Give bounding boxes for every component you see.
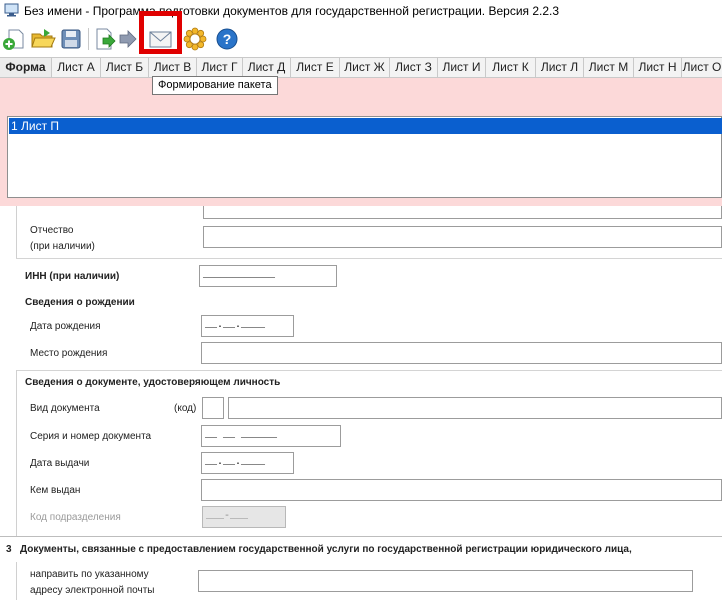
section3-title: Документы, связанные с предоставлением г… — [20, 544, 632, 555]
section3-number: 3 — [6, 544, 12, 555]
inn-label: ИНН (при наличии) — [25, 271, 120, 282]
export-button[interactable] — [92, 26, 118, 52]
tab-list-m[interactable]: Лист М — [584, 58, 634, 77]
patronymic-label-line2: (при наличии) — [30, 241, 95, 252]
window-title: Без имени - Программа подготовки докумен… — [24, 4, 560, 18]
sheet-tabs: Форма Лист А Лист Б Лист В Лист Г Лист Д… — [0, 57, 722, 78]
birth-date-label: Дата рождения — [30, 321, 101, 332]
section-border — [16, 370, 722, 536]
form-area: Отчество (при наличии) ИНН (при наличии)… — [0, 206, 722, 600]
sheet-list[interactable]: 1 Лист П — [7, 116, 722, 198]
email-label-line2: адресу электронной почты — [30, 585, 155, 596]
tab-list-e[interactable]: Лист Е — [291, 58, 340, 77]
tab-list-o[interactable]: Лист О — [682, 58, 722, 77]
tab-list-l[interactable]: Лист Л — [536, 58, 584, 77]
sheet-list-panel: 1 Лист П — [0, 78, 722, 206]
app-computer-icon — [4, 3, 19, 17]
email-field[interactable] — [198, 570, 693, 592]
settings-button[interactable] — [182, 26, 208, 52]
tab-forma[interactable]: Форма — [0, 58, 52, 77]
save-button[interactable] — [58, 26, 84, 52]
divider — [16, 258, 722, 259]
patronymic-field[interactable] — [203, 226, 722, 248]
tab-list-b[interactable]: Лист Б — [101, 58, 149, 77]
tab-list-n[interactable]: Лист Н — [634, 58, 682, 77]
settings-gear-icon — [183, 27, 207, 51]
title-bar: Без имени - Программа подготовки докумен… — [0, 0, 722, 22]
email-label-line1: направить по указанному — [30, 569, 149, 580]
patronymic-label-line1: Отчество — [30, 225, 74, 236]
tab-list-d[interactable]: Лист Д — [243, 58, 291, 77]
tab-list-zh[interactable]: Лист Ж — [340, 58, 390, 77]
open-button[interactable] — [30, 26, 56, 52]
toolbar-separator — [88, 28, 89, 50]
open-folder-icon — [31, 29, 56, 48]
tab-list-i[interactable]: Лист И — [438, 58, 486, 77]
tab-list-z[interactable]: Лист З — [390, 58, 438, 77]
divider — [0, 536, 722, 537]
tooltip: Формирование пакета — [152, 76, 278, 95]
new-document-icon — [3, 29, 24, 50]
highlight-frame — [139, 11, 182, 54]
list-item[interactable]: 1 Лист П — [9, 118, 722, 134]
birth-place-field[interactable] — [201, 342, 722, 364]
svg-text:?: ? — [223, 31, 232, 47]
tab-list-g[interactable]: Лист Г — [197, 58, 243, 77]
toolbar: ? — [0, 22, 722, 56]
birth-date-field[interactable]: __.__.____ — [201, 315, 294, 337]
inn-field[interactable]: ____________ — [199, 265, 337, 287]
tab-list-a[interactable]: Лист А — [52, 58, 101, 77]
tab-list-v[interactable]: Лист В — [149, 58, 197, 77]
tab-list-k[interactable]: Лист К — [486, 58, 536, 77]
help-button[interactable]: ? — [214, 26, 240, 52]
help-icon: ? — [216, 28, 238, 50]
birth-place-label: Место рождения — [30, 348, 108, 359]
new-document-button[interactable] — [2, 26, 28, 52]
save-disk-icon — [61, 29, 81, 49]
export-arrow-icon — [96, 28, 116, 50]
birth-section-heading: Сведения о рождении — [25, 297, 135, 308]
